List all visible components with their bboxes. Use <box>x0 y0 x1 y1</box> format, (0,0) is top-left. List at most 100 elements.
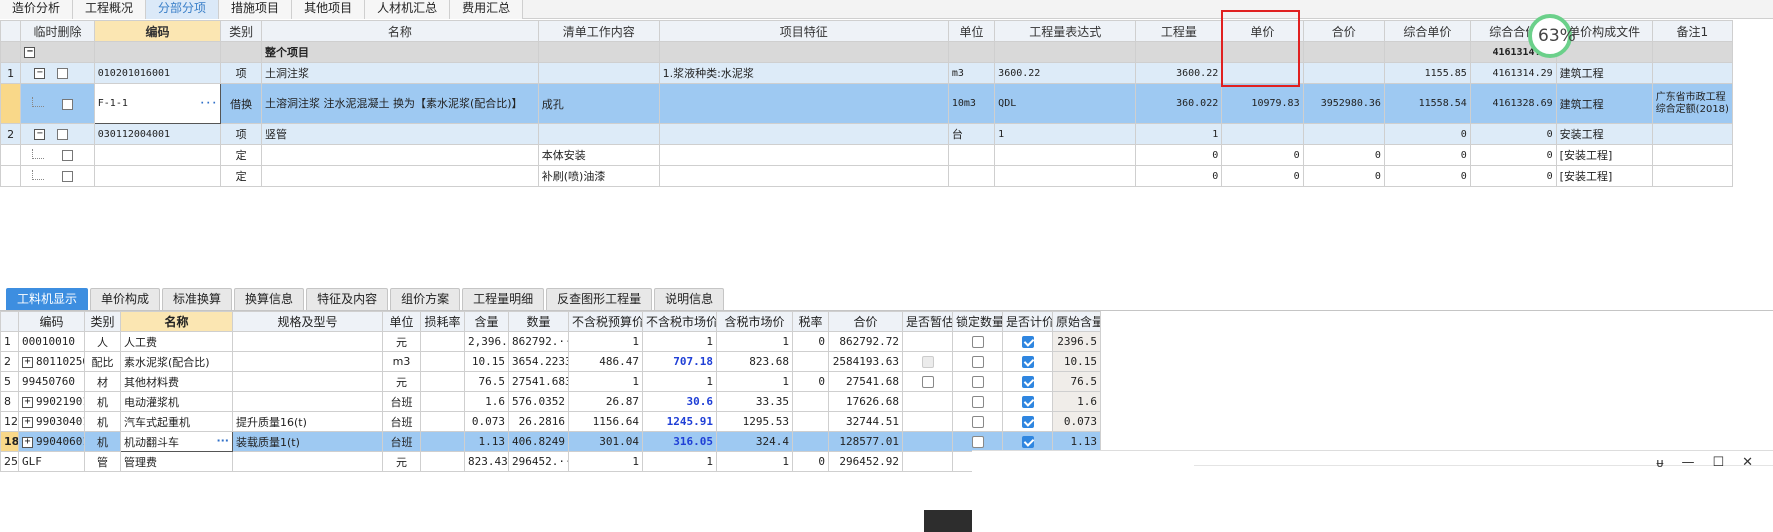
cell-tax-market-price[interactable]: 1 <box>716 331 793 352</box>
collapse-icon[interactable]: − <box>34 129 46 140</box>
cell-composite-unit-price[interactable]: 0 <box>1383 123 1471 145</box>
cell-code[interactable]: +80110250 <box>18 351 85 372</box>
cell-composite-total[interactable]: 4161314.29 <box>1469 62 1557 84</box>
header-unit[interactable]: 单位 <box>382 311 421 332</box>
header-loss-rate[interactable]: 损耗率 <box>420 311 465 332</box>
cell-quantity[interactable]: 862792.··· <box>508 331 569 352</box>
checkbox-icon[interactable] <box>62 98 74 110</box>
cell-composite-unit-price[interactable]: 0 <box>1383 165 1471 187</box>
cell-tax-rate[interactable] <box>792 391 829 412</box>
cell-name[interactable]: 土溶洞注浆 注水泥混凝土 换为【素水泥浆(配合比)】 <box>260 83 539 124</box>
header-is-estimate[interactable]: 是否暂估 <box>902 311 953 332</box>
cell-content[interactable]: 2,396.5 <box>464 331 509 352</box>
cell-total[interactable]: 17626.68 <box>828 391 903 412</box>
collapse-icon[interactable]: − <box>24 47 36 58</box>
cell-work-content[interactable]: 补刷(喷)油漆 <box>537 165 660 187</box>
cell-loss-rate[interactable] <box>420 411 465 432</box>
cell-composite-unit-price[interactable]: 11558.54 <box>1383 83 1471 124</box>
header-quantity[interactable]: 工程量 <box>1135 20 1223 42</box>
table-row-quota-selected[interactable]: F-1-1 ··· 借换 土溶洞注浆 注水泥混凝土 换为【素水泥浆(配合比)】 成… <box>0 83 1734 124</box>
cell-work-content[interactable] <box>537 62 660 84</box>
header-unit[interactable]: 单位 <box>947 20 996 42</box>
table-row[interactable]: 18+990406010机机动翻斗车···装载质量1(t)台班1.13406.8… <box>0 431 1101 452</box>
tab-cost-summary[interactable]: 费用汇总 <box>450 0 524 19</box>
cell-unit[interactable]: 元 <box>382 331 421 352</box>
cell-code[interactable]: 030112004001 <box>93 123 222 145</box>
header-budget-price[interactable]: 不含税预算价 <box>568 311 643 332</box>
cell-content[interactable]: 0.073 <box>464 411 509 432</box>
cell-unit-price[interactable]: 0 <box>1221 165 1304 187</box>
cell-total-price[interactable]: 3952980.36 <box>1302 83 1385 124</box>
cell-tax-market-price[interactable]: 823.68 <box>716 351 793 372</box>
tab-standard-conversion[interactable]: 标准换算 <box>162 288 233 310</box>
cell-note[interactable] <box>1651 123 1734 145</box>
cell-unit[interactable]: 10m3 <box>947 83 996 124</box>
cell-content[interactable]: 1.6 <box>464 391 509 412</box>
header-content[interactable]: 含量 <box>464 311 509 332</box>
cell-market-price[interactable]: 1 <box>642 451 717 472</box>
cell-budget-price[interactable]: 1 <box>568 371 643 392</box>
checkbox-icon[interactable] <box>62 171 74 182</box>
expand-icon[interactable]: + <box>22 396 33 408</box>
header-quantity[interactable]: 数量 <box>508 311 569 332</box>
cell-budget-price[interactable]: 301.04 <box>568 431 643 452</box>
cell-tax-rate[interactable] <box>792 431 829 452</box>
cell-type[interactable]: 定 <box>220 144 262 166</box>
cell-name[interactable]: 素水泥浆(配合比) <box>120 351 233 372</box>
is-priced-checkbox[interactable] <box>1021 376 1034 388</box>
expand-icon[interactable]: + <box>22 356 33 368</box>
header-tax-rate[interactable]: 税率 <box>792 311 829 332</box>
checkbox-icon[interactable] <box>62 150 74 161</box>
cell-unit[interactable]: 台班 <box>382 391 421 412</box>
cell-quantity[interactable]: 1 <box>1135 123 1223 145</box>
collapse-icon[interactable]: − <box>34 68 46 79</box>
cell-tax-rate[interactable]: 0 <box>792 371 829 392</box>
code-edit-field[interactable]: F-1-1 ··· <box>93 83 222 124</box>
header-unit-price[interactable]: 单价 <box>1221 20 1304 42</box>
is-priced-checkbox[interactable] <box>1021 436 1034 448</box>
cell-feature[interactable] <box>658 83 949 124</box>
cell-work-content[interactable]: 本体安装 <box>537 144 660 166</box>
cell-loss-rate[interactable] <box>420 391 465 412</box>
cell-total[interactable]: 27541.68 <box>828 371 903 392</box>
cell-quantity[interactable]: 0 <box>1135 144 1223 166</box>
cell-unit-price[interactable] <box>1221 123 1304 145</box>
cell-expression[interactable]: 3600.22 <box>994 62 1137 84</box>
cell-quantity[interactable]: 406.8249 <box>508 431 569 452</box>
header-total-price[interactable]: 合价 <box>1302 20 1385 42</box>
close-icon[interactable]: ✕ <box>1742 455 1753 471</box>
cell-orig-content[interactable]: 10.15 <box>1052 351 1101 372</box>
table-row-item-2[interactable]: 2 − 030112004001 项 竖管 台 1 1 0 0 安装工程 <box>0 123 1734 145</box>
is-priced-checkbox[interactable] <box>1021 356 1034 368</box>
cell-note[interactable]: 广东省市政工程综合定额(2018) <box>1651 83 1734 124</box>
cell-spec[interactable] <box>232 451 383 472</box>
tab-feature-content[interactable]: 特征及内容 <box>306 288 389 310</box>
cell-total[interactable]: 32744.51 <box>828 411 903 432</box>
cell-loss-rate[interactable] <box>420 431 465 452</box>
cell-budget-price[interactable]: 1156.64 <box>568 411 643 432</box>
cell-loss-rate[interactable] <box>420 331 465 352</box>
tab-conversion-info[interactable]: 换算信息 <box>234 288 305 310</box>
table-row[interactable]: 25GLF管管理费元823.43296452.···1110296452.928… <box>0 451 1101 472</box>
tab-resources-display[interactable]: 工料机显示 <box>6 288 89 310</box>
cell-quantity[interactable]: 26.2816 <box>508 411 569 432</box>
cell-orig-content[interactable]: 1.13 <box>1052 431 1101 452</box>
cell-unit[interactable]: m3 <box>947 62 996 84</box>
header-composite-unit-price[interactable]: 综合单价 <box>1383 20 1471 42</box>
pin-icon[interactable]: ᵾ <box>1656 455 1663 471</box>
cell-budget-price[interactable]: 26.87 <box>568 391 643 412</box>
cell-tax-market-price[interactable]: 33.35 <box>716 391 793 412</box>
header-type[interactable]: 类别 <box>220 20 262 42</box>
maximize-icon[interactable]: ☐ <box>1712 455 1724 471</box>
table-row[interactable]: 100010010人人工费元2,396.5862792.···111086279… <box>0 331 1101 352</box>
cell-expression[interactable]: 1 <box>994 123 1137 145</box>
cell-tax-market-price[interactable]: 1295.53 <box>716 411 793 432</box>
cell-market-price[interactable]: 707.18 <box>642 351 717 372</box>
cell-budget-price[interactable]: 486.47 <box>568 351 643 372</box>
checkbox-icon[interactable] <box>56 129 68 140</box>
cell-market-price[interactable]: 1245.91 <box>642 411 717 432</box>
tab-pricing-scheme[interactable]: 组价方案 <box>390 288 461 310</box>
cell-quantity[interactable]: 3600.22 <box>1135 62 1223 84</box>
tab-sub-items[interactable]: 分部分项 <box>146 0 220 19</box>
cell-spec[interactable] <box>232 331 383 352</box>
